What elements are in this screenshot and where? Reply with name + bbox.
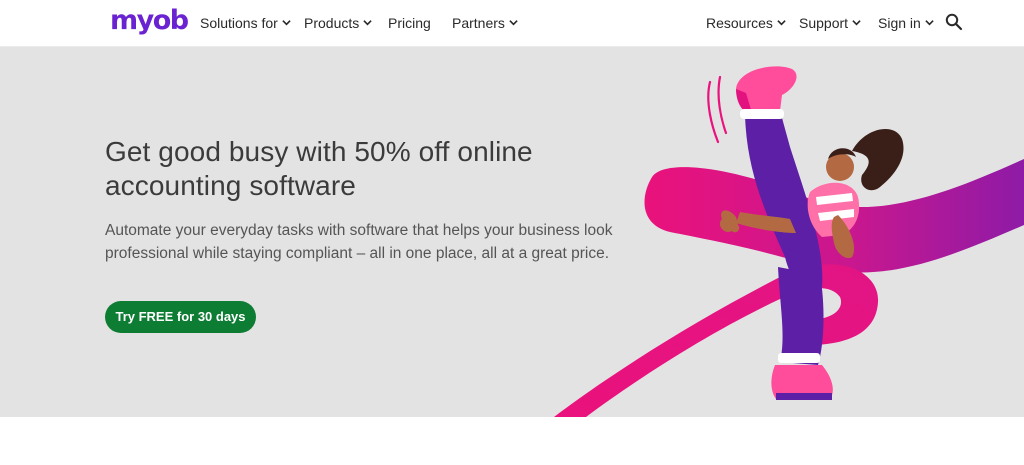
nav-support[interactable]: Support: [799, 13, 861, 33]
chevron-down-icon: [925, 20, 934, 26]
chevron-down-icon: [777, 20, 786, 26]
nav-products[interactable]: Products: [304, 13, 372, 33]
top-navigation: myob Solutions for Products Pricing Part…: [0, 0, 1024, 47]
myob-logo[interactable]: myob: [110, 5, 189, 37]
nav-label: Sign in: [878, 15, 921, 31]
nav-label: Support: [799, 15, 849, 31]
try-free-button[interactable]: Try FREE for 30 days: [105, 301, 256, 333]
nav-label: Partners: [452, 15, 505, 31]
hero-description: Automate your everyday tasks with softwa…: [105, 222, 613, 262]
nav-label: Products: [304, 15, 360, 31]
nav-label: Resources: [706, 15, 773, 31]
hero-banner: Get good busy with 50% off online accoun…: [0, 47, 1024, 417]
nav-label: Pricing: [388, 15, 431, 31]
nav-sign-in[interactable]: Sign in: [878, 13, 934, 33]
chevron-down-icon: [282, 20, 291, 26]
nav-pricing[interactable]: Pricing: [388, 13, 431, 33]
chevron-down-icon: [363, 20, 372, 26]
nav-solutions-for[interactable]: Solutions for: [200, 13, 291, 33]
nav-partners[interactable]: Partners: [452, 13, 518, 33]
kicking-person-illustration: [554, 66, 1024, 417]
search-icon[interactable]: [945, 13, 963, 31]
chevron-down-icon: [852, 20, 861, 26]
nav-label: Solutions for: [200, 15, 278, 31]
nav-resources[interactable]: Resources: [706, 13, 786, 33]
chevron-down-icon: [509, 20, 518, 26]
